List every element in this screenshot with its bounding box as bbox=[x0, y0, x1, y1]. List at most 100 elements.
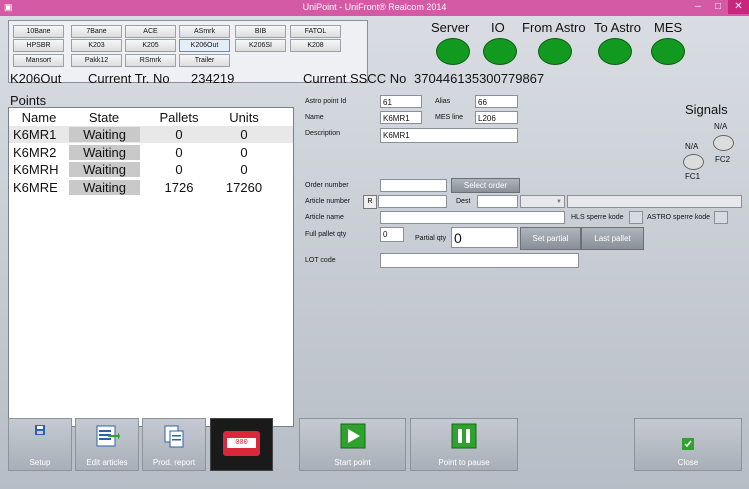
last-pallet-button[interactable]: Last pallet bbox=[581, 227, 644, 250]
alias-field[interactable]: 66 bbox=[475, 95, 518, 108]
astro-point-id-label: Astro point Id bbox=[305, 98, 347, 105]
edit-articles-label: Edit articles bbox=[86, 458, 128, 467]
line-button-7bane[interactable]: 7Bane bbox=[71, 25, 122, 38]
bottom-toolbar: Setup Edit articles Prod. report 000 Sta… bbox=[0, 416, 749, 489]
alias-label: Alias bbox=[435, 98, 451, 105]
pause-icon bbox=[451, 423, 477, 454]
set-partial-button[interactable]: Set partial bbox=[520, 227, 581, 250]
line-button-hpsbr[interactable]: HPSBR bbox=[13, 39, 64, 52]
line-button-bib[interactable]: BIB bbox=[235, 25, 286, 38]
dest-dropdown[interactable]: ▼ bbox=[520, 195, 565, 208]
description-field[interactable]: K6MR1 bbox=[380, 128, 518, 143]
edit-articles-button[interactable]: Edit articles bbox=[75, 418, 139, 471]
setup-button[interactable]: Setup bbox=[8, 418, 72, 471]
point-to-pause-button[interactable]: Point to pause bbox=[410, 418, 518, 471]
fc1-label: FC1 bbox=[685, 172, 701, 181]
line-button-k206si[interactable]: K206SI bbox=[235, 39, 286, 52]
astro-sperre-checkbox[interactable] bbox=[714, 211, 728, 224]
line-button-mansort[interactable]: Mansort bbox=[13, 54, 64, 67]
to-astro-status-led bbox=[598, 38, 632, 65]
article-name-field[interactable] bbox=[380, 211, 565, 224]
from-astro-label: From Astro bbox=[522, 20, 586, 35]
row-units: 0 bbox=[240, 127, 248, 142]
from-astro-status-led bbox=[538, 38, 572, 65]
article-extra-field[interactable] bbox=[567, 195, 742, 208]
report-icon bbox=[161, 423, 187, 454]
order-number-label: Order number bbox=[305, 182, 349, 189]
lot-code-label: LOT code bbox=[305, 257, 336, 264]
close-app-button[interactable]: Close bbox=[634, 418, 742, 471]
article-number-label: Article number bbox=[305, 198, 351, 205]
line-button-trailer[interactable]: Trailer bbox=[179, 54, 230, 67]
server-label: Server bbox=[431, 20, 470, 35]
line-button-k205[interactable]: K205 bbox=[125, 39, 176, 52]
full-pallet-qty-label: Full pallet qty bbox=[305, 231, 347, 238]
line-button-pakk12[interactable]: Pakk12 bbox=[71, 54, 122, 67]
r-button[interactable]: R bbox=[363, 195, 377, 209]
close-window-button[interactable]: ✕ bbox=[728, 0, 749, 14]
name-field[interactable]: K6MR1 bbox=[380, 111, 422, 124]
to-astro-label: To Astro bbox=[594, 20, 641, 35]
column-header-name: Name bbox=[21, 110, 57, 125]
row-state: Waiting bbox=[69, 127, 140, 142]
select-order-button[interactable]: Select order bbox=[451, 178, 520, 193]
mes-line-field[interactable]: L206 bbox=[475, 111, 518, 124]
line-button-10bane[interactable]: 10Bane bbox=[13, 25, 64, 38]
row-pallets: 0 bbox=[175, 162, 183, 177]
row-name: K6MR2 bbox=[13, 145, 57, 160]
lot-code-field[interactable] bbox=[380, 253, 579, 268]
points-title: Points bbox=[10, 93, 47, 108]
row-name: K6MRE bbox=[13, 180, 58, 195]
table-row[interactable]: K6MRH Waiting 0 0 bbox=[9, 161, 293, 178]
signals-title: Signals bbox=[685, 102, 728, 117]
play-icon bbox=[340, 423, 366, 454]
astro-point-id-field[interactable]: 61 bbox=[380, 95, 422, 108]
table-row[interactable]: K6MRE Waiting 1726 17260 bbox=[9, 179, 293, 196]
row-pallets: 0 bbox=[175, 127, 183, 142]
fc1-state: N/A bbox=[685, 142, 699, 151]
line-button-ace[interactable]: ACE bbox=[125, 25, 176, 38]
row-state: Waiting bbox=[69, 145, 140, 160]
minimize-button[interactable]: – bbox=[688, 0, 708, 14]
line-button-rsmrk[interactable]: RSmrk bbox=[125, 54, 176, 67]
hls-sperre-label: HLS sperre kode bbox=[571, 214, 624, 221]
line-button-fatol[interactable]: FATOL bbox=[290, 25, 341, 38]
table-row[interactable]: K6MR2 Waiting 0 0 bbox=[9, 144, 293, 161]
prod-report-button[interactable]: Prod. report bbox=[142, 418, 206, 471]
point-to-pause-label: Point to pause bbox=[438, 458, 490, 467]
row-name: K6MR1 bbox=[13, 127, 57, 142]
row-units: 0 bbox=[240, 145, 248, 160]
window-title: UniPoint - UniFront® Realcom 2014 bbox=[302, 2, 447, 12]
io-status-led bbox=[483, 38, 517, 65]
maximize-button[interactable]: □ bbox=[708, 0, 728, 14]
table-row[interactable]: K6MR1 Waiting 0 0 bbox=[9, 126, 293, 143]
article-name-label: Article name bbox=[305, 214, 344, 221]
fc2-label: FC2 bbox=[715, 155, 731, 164]
start-point-label: Start point bbox=[334, 458, 371, 467]
order-number-field[interactable] bbox=[380, 179, 447, 192]
fc2-signal-indicator bbox=[713, 135, 734, 151]
start-point-button[interactable]: Start point bbox=[299, 418, 406, 471]
line-button-k206out[interactable]: K206Out bbox=[179, 39, 230, 52]
mes-status-led bbox=[651, 38, 685, 65]
row-units: 0 bbox=[240, 162, 248, 177]
astro-sperre-label: ASTRO sperre kode bbox=[647, 214, 711, 221]
partial-qty-field[interactable]: 0 bbox=[451, 227, 518, 248]
dest-field[interactable] bbox=[477, 195, 518, 208]
close-label: Close bbox=[677, 458, 699, 467]
line-button-k208[interactable]: K208 bbox=[290, 39, 341, 52]
row-pallets: 1726 bbox=[164, 180, 194, 195]
column-header-units: Units bbox=[229, 110, 259, 125]
current-sscc-value: 370446135300779867 bbox=[414, 71, 545, 86]
counter-display[interactable]: 000 bbox=[210, 418, 273, 471]
line-button-k203[interactable]: K203 bbox=[71, 39, 122, 52]
row-units: 17260 bbox=[225, 180, 263, 195]
prod-report-label: Prod. report bbox=[152, 458, 196, 467]
current-point-name: K206Out bbox=[10, 71, 62, 86]
fc2-state: N/A bbox=[714, 122, 728, 131]
article-number-field[interactable] bbox=[378, 195, 447, 208]
hls-sperre-checkbox[interactable] bbox=[629, 211, 643, 224]
line-button-asmrk[interactable]: ASmrk bbox=[179, 25, 230, 38]
full-pallet-qty-field[interactable]: 0 bbox=[380, 227, 404, 242]
chevron-down-icon: ▼ bbox=[556, 199, 562, 205]
